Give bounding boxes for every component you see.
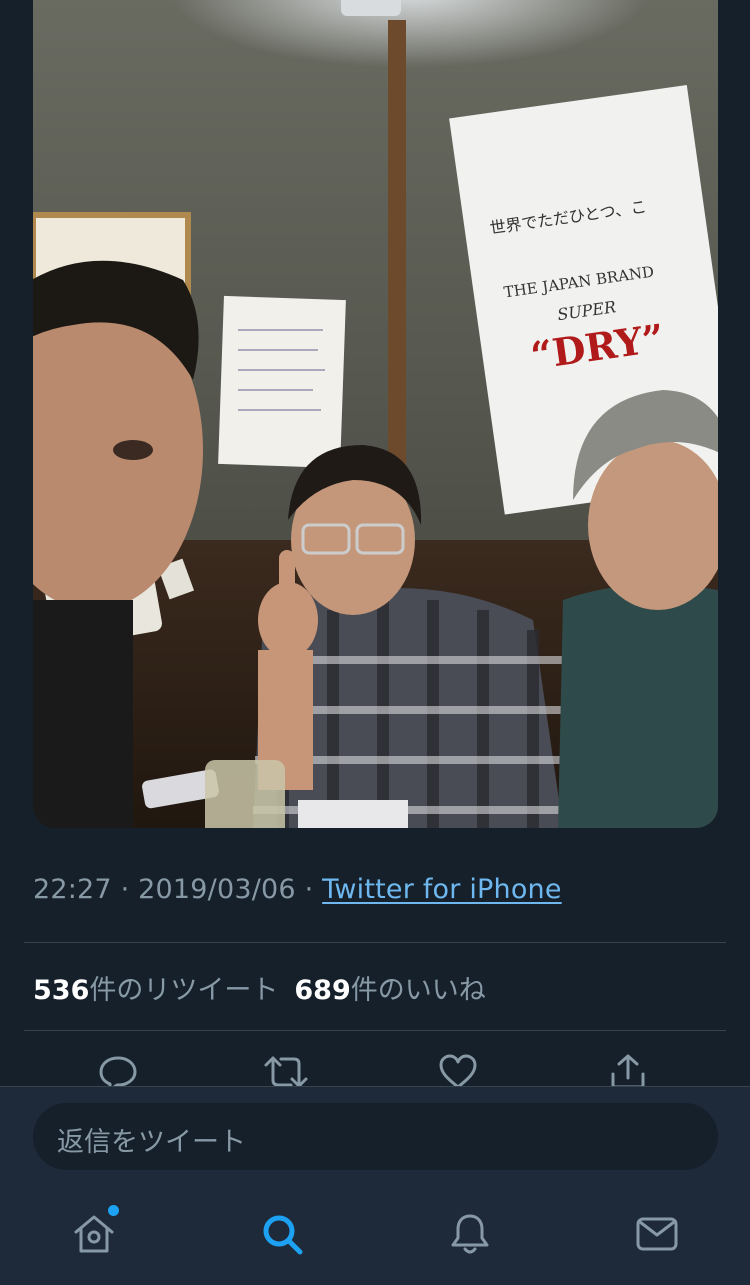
notifications-icon [447,1211,493,1261]
retweet-label: 件のリツイート [89,975,279,1006]
meta-separator-1: · [111,874,139,905]
retweet-count: 536 [33,975,90,1006]
reply-placeholder: 返信をツイート [57,1127,246,1158]
home-notification-dot [108,1205,119,1216]
tweet-date: 2019/03/06 [138,874,296,905]
search-icon [259,1211,305,1261]
meta-separator-2: · [295,874,323,905]
tweet-photo[interactable]: 世界でただひとつ、こ THE JAPAN BRAND SUPER “DRY” [33,0,718,828]
like-stat[interactable]: 689件のいいね [294,975,485,1006]
messages-icon [634,1211,680,1261]
tweet-actions [0,1052,750,1092]
tab-notifications[interactable] [446,1212,494,1260]
reply-input[interactable]: 返信をツイート [33,1103,718,1170]
tab-home[interactable] [70,1205,119,1261]
tweet-source-link[interactable]: Twitter for iPhone [322,874,562,905]
tweet-stats: 536件のリツイート 689件のいいね [33,968,486,1007]
divider-bottom [24,1030,726,1031]
like-count: 689 [294,975,351,1006]
retweet-stat[interactable]: 536件のリツイート [33,975,278,1006]
tab-messages[interactable] [633,1212,681,1260]
home-icon [71,1205,119,1261]
divider-top [24,942,726,943]
tweet-detail-screen: 世界でただひとつ、こ THE JAPAN BRAND SUPER “DRY” 2… [0,0,750,1285]
tweet-timestamp: 22:27 · 2019/03/06 · Twitter for iPhone [33,874,562,905]
tab-search[interactable] [258,1212,306,1260]
tweet-time: 22:27 [33,874,112,905]
like-label: 件のいいね [350,975,486,1006]
